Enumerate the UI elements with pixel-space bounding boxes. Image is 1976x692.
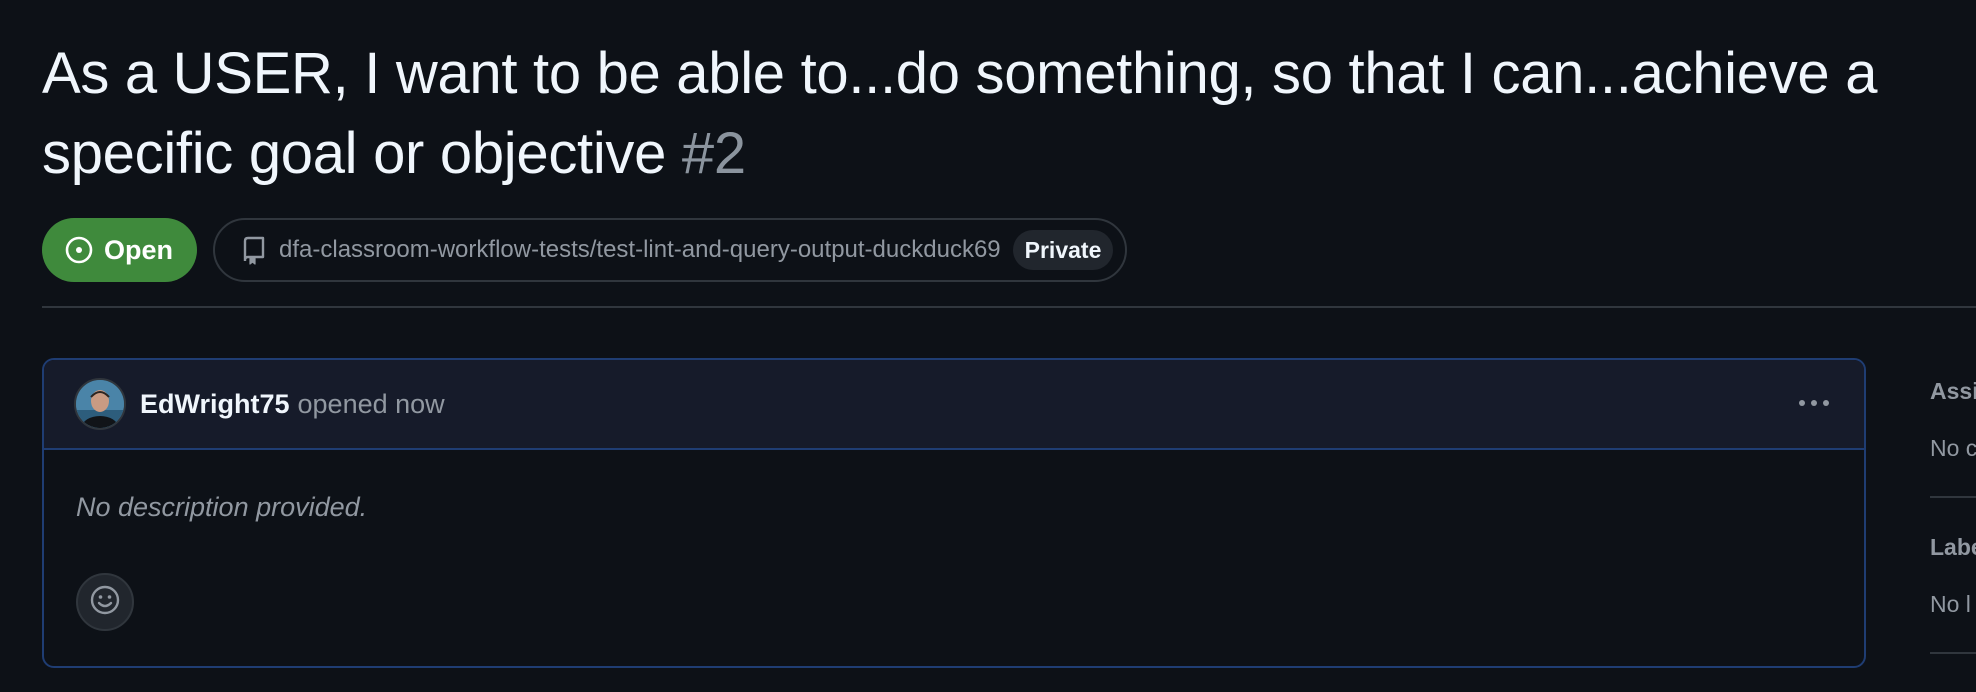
sidebar-assignees: Assi No c (1930, 378, 1976, 462)
issue-page: As a USER, I want to be able to...do som… (0, 0, 1976, 692)
comment-header: EdWright75 opened now (44, 360, 1864, 450)
sidebar-assignees-value: No c (1930, 435, 1976, 461)
repository-name[interactable]: dfa-classroom-workflow-tests/test-lint-a… (279, 236, 1001, 264)
issue-number: #2 (681, 121, 746, 186)
sidebar-assignees-heading[interactable]: Assi (1930, 378, 1976, 405)
sidebar-labels: Labe No l (1930, 534, 1976, 618)
avatar[interactable] (74, 378, 126, 430)
issue-sidebar: Assi No c Labe No l (1930, 360, 1976, 692)
issue-title: As a USER, I want to be able to...do som… (42, 34, 1962, 194)
issue-state-label: Open (104, 234, 174, 265)
comment-body-text: No description provided. (76, 492, 368, 522)
repository-pill[interactable]: dfa-classroom-workflow-tests/test-lint-a… (213, 218, 1128, 282)
smiley-icon (89, 584, 121, 621)
sidebar-divider (1930, 496, 1976, 498)
issue-meta-row: Open dfa-classroom-workflow-tests/test-l… (42, 218, 1128, 282)
comment-options-button[interactable] (1794, 386, 1834, 422)
sidebar-labels-value: No l (1930, 591, 1971, 617)
comment-body: No description provided. (44, 492, 1864, 631)
kebab-horizontal-icon (1796, 395, 1832, 413)
issue-comment: EdWright75 opened now No description pro… (42, 358, 1866, 668)
visibility-badge: Private (1012, 230, 1114, 270)
comment-timestamp: opened now (297, 388, 445, 419)
issue-opened-icon (64, 235, 94, 265)
issue-state-badge[interactable]: Open (42, 218, 198, 282)
add-reaction-button[interactable] (76, 573, 134, 631)
sidebar-divider (1930, 652, 1976, 654)
comment-author[interactable]: EdWright75 (140, 389, 290, 420)
repo-icon (241, 235, 267, 265)
sidebar-labels-heading[interactable]: Labe (1930, 534, 1976, 561)
header-divider (42, 306, 1976, 308)
issue-title-text: As a USER, I want to be able to...do som… (42, 41, 1878, 186)
